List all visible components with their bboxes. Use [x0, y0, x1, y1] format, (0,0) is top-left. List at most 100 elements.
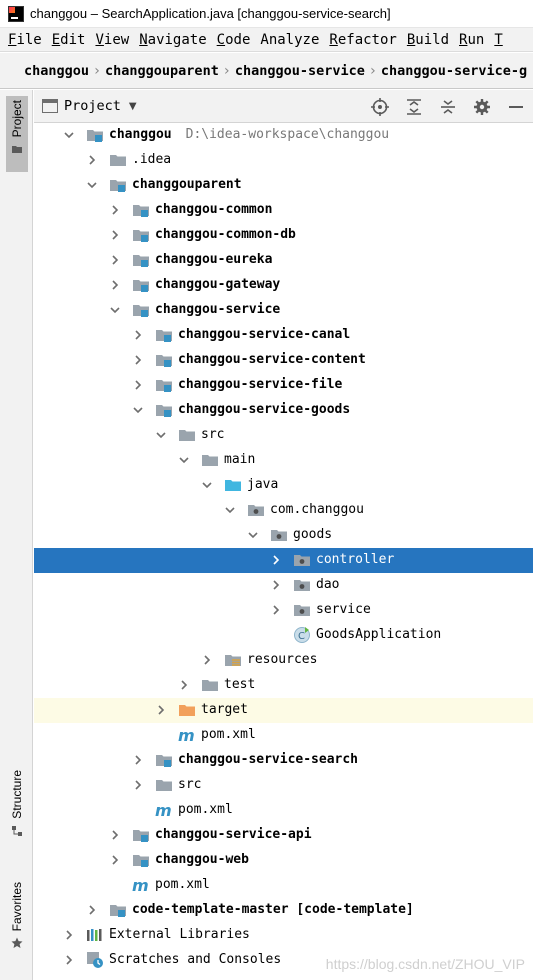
menu-item[interactable]: Edit — [52, 32, 86, 48]
minimize-icon[interactable] — [499, 90, 533, 123]
breadcrumb-item[interactable]: changgou-service — [235, 63, 365, 79]
chevron-right-icon[interactable] — [270, 554, 282, 566]
chevron-down-icon[interactable] — [63, 129, 75, 141]
tree-row[interactable]: changgou-service-goods — [34, 398, 533, 423]
chevron-right-icon[interactable] — [109, 854, 121, 866]
tree-row[interactable]: changgou-eureka — [34, 248, 533, 273]
collapse-all-icon[interactable] — [431, 90, 465, 123]
tree-row[interactable]: changgou-gateway — [34, 273, 533, 298]
tree-node-label: .idea — [132, 152, 171, 167]
chevron-down-icon[interactable] — [247, 529, 259, 541]
menu-item[interactable]: T — [494, 32, 502, 48]
chevron-right-icon[interactable] — [132, 329, 144, 341]
chevron-right-icon[interactable] — [132, 779, 144, 791]
tree-row[interactable]: changgou-service — [34, 298, 533, 323]
tree-node-name: src — [178, 777, 202, 792]
chevron-right-icon[interactable] — [63, 954, 75, 966]
breadcrumb-item[interactable]: changgou-service-g — [381, 63, 527, 79]
tree-row[interactable]: main — [34, 448, 533, 473]
chevron-right-icon[interactable] — [155, 704, 167, 716]
menu-item[interactable]: Code — [217, 32, 251, 48]
tree-row[interactable]: C GoodsApplication — [34, 623, 533, 648]
menu-item[interactable]: Analyze — [260, 32, 319, 48]
chevron-down-icon[interactable] — [224, 504, 236, 516]
chevron-right-icon[interactable] — [132, 354, 144, 366]
breadcrumb-item[interactable]: changgouparent — [105, 63, 219, 79]
star-icon — [11, 937, 23, 949]
chevron-down-icon[interactable] — [178, 454, 190, 466]
project-view-selector[interactable]: Project — [64, 98, 121, 114]
tree-row[interactable]: m pom.xml — [34, 798, 533, 823]
tree-node-label: GoodsApplication — [316, 627, 441, 642]
tree-row[interactable]: External Libraries — [34, 923, 533, 948]
tree-row[interactable]: changgou-service-search — [34, 748, 533, 773]
tree-row[interactable]: com.changgou — [34, 498, 533, 523]
tree-row[interactable]: java — [34, 473, 533, 498]
tree-row[interactable]: resources — [34, 648, 533, 673]
menu-item[interactable]: Navigate — [139, 32, 206, 48]
tree-row[interactable]: changgouparent — [34, 173, 533, 198]
expand-all-icon[interactable] — [397, 90, 431, 123]
structure-icon — [12, 825, 22, 836]
project-tool-tab-label: Project — [10, 100, 24, 138]
chevron-right-icon[interactable] — [86, 904, 98, 916]
chevron-right-icon[interactable] — [109, 829, 121, 841]
menu-item[interactable]: File — [8, 32, 42, 48]
chevron-right-icon[interactable] — [132, 754, 144, 766]
chevron-right-icon[interactable] — [109, 279, 121, 291]
structure-tool-tab[interactable]: Structure — [7, 770, 27, 860]
chevron-down-icon[interactable] — [132, 404, 144, 416]
tree-row[interactable]: target — [34, 698, 533, 723]
tree-row[interactable]: src — [34, 773, 533, 798]
tree-row[interactable]: changgou-service-file — [34, 373, 533, 398]
menu-bar: File Edit View Navigate Code Analyze Refactor B… — [0, 28, 533, 52]
chevron-right-icon[interactable] — [132, 379, 144, 391]
dropdown-arrow-icon[interactable]: ▼ — [129, 101, 137, 112]
tree-row[interactable]: changgou-service-canal — [34, 323, 533, 348]
tree-row[interactable]: goods — [34, 523, 533, 548]
chevron-right-icon[interactable] — [86, 154, 98, 166]
tree-row[interactable]: m pom.xml — [34, 723, 533, 748]
chevron-down-icon[interactable] — [155, 429, 167, 441]
chevron-right-icon[interactable] — [109, 254, 121, 266]
menu-item[interactable]: Build — [407, 32, 449, 48]
tree-node-label: changgou-service-canal — [178, 327, 350, 342]
chevron-right-icon[interactable] — [63, 929, 75, 941]
tree-row[interactable]: changgou-common-db — [34, 223, 533, 248]
folder-icon — [201, 452, 219, 468]
module-folder-icon — [132, 277, 150, 293]
title-bar: changgou – SearchApplication.java [chang… — [0, 0, 533, 28]
chevron-right-icon[interactable] — [201, 654, 213, 666]
gear-icon[interactable] — [465, 90, 499, 123]
tree-row[interactable]: changgou-common — [34, 198, 533, 223]
menu-item[interactable]: Run — [459, 32, 484, 48]
tree-row[interactable]: code-template-master [code-template] — [34, 898, 533, 923]
tree-row[interactable]: .idea — [34, 148, 533, 173]
tree-row[interactable]: changgou D:\idea-workspace\changgou — [34, 123, 533, 148]
menu-item[interactable]: View — [95, 32, 129, 48]
locate-icon[interactable] — [363, 90, 397, 123]
menu-mnemonic: E — [51, 31, 61, 48]
chevron-right-icon[interactable] — [109, 204, 121, 216]
chevron-down-icon[interactable] — [86, 179, 98, 191]
tree-row[interactable]: src — [34, 423, 533, 448]
tree-row[interactable]: changgou-service-content — [34, 348, 533, 373]
chevron-right-icon[interactable] — [109, 229, 121, 241]
tree-row[interactable]: changgou-web — [34, 848, 533, 873]
tree-row[interactable]: controller — [34, 548, 533, 573]
chevron-right-icon[interactable] — [178, 679, 190, 691]
favorites-tool-tab[interactable]: Favorites — [7, 882, 27, 972]
tree-row[interactable]: changgou-service-api — [34, 823, 533, 848]
chevron-down-icon[interactable] — [201, 479, 213, 491]
chevron-down-icon[interactable] — [109, 304, 121, 316]
tree-row[interactable]: service — [34, 598, 533, 623]
chevron-right-icon[interactable] — [270, 579, 282, 591]
tree-row[interactable]: test — [34, 673, 533, 698]
chevron-right-icon[interactable] — [270, 604, 282, 616]
tree-row[interactable]: dao — [34, 573, 533, 598]
breadcrumb-item[interactable]: changgou — [24, 63, 89, 79]
project-tool-tab[interactable]: Project — [6, 96, 28, 172]
menu-item[interactable]: Refactor — [329, 32, 396, 48]
module-folder-icon — [155, 327, 173, 343]
tree-row[interactable]: m pom.xml — [34, 873, 533, 898]
